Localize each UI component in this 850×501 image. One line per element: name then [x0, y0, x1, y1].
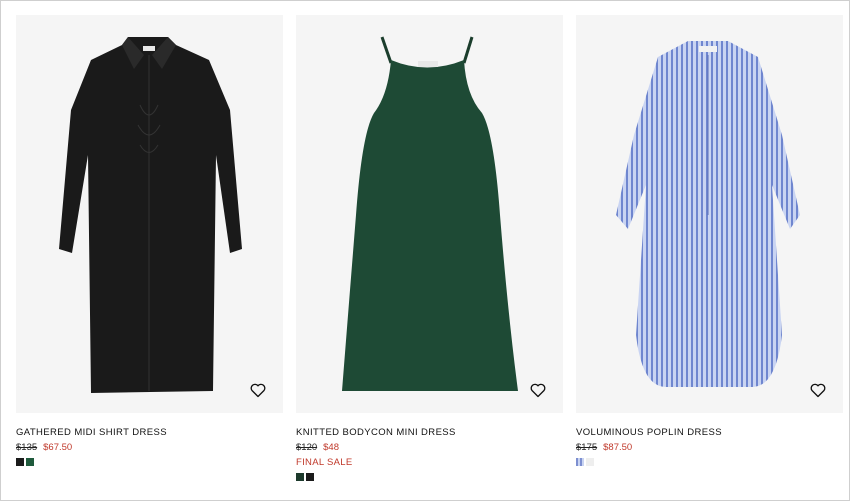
original-price: $135: [16, 442, 38, 453]
product-price: $120 $48: [296, 442, 563, 454]
poplin-dress-illustration: [616, 41, 800, 387]
color-swatch-white[interactable]: [586, 458, 594, 466]
product-price: $175 $87.50: [576, 442, 843, 454]
product-card[interactable]: VOLUMINOUS POPLIN DRESS $175 $87.50: [576, 15, 843, 481]
wishlist-heart-icon[interactable]: [807, 379, 829, 401]
original-price: $120: [296, 442, 318, 453]
product-price: $135 $67.50: [16, 442, 283, 454]
knit-dress-illustration: [342, 36, 518, 391]
color-swatches: [296, 473, 563, 481]
sale-price: $87.50: [603, 442, 633, 453]
sale-price: $67.50: [43, 442, 73, 453]
final-sale-badge: FINAL SALE: [296, 457, 353, 468]
color-swatch-dark-green[interactable]: [296, 473, 304, 481]
product-name[interactable]: VOLUMINOUS POPLIN DRESS: [576, 427, 843, 439]
sale-price: $48: [323, 442, 339, 453]
product-name[interactable]: KNITTED BODYCON MINI DRESS: [296, 427, 563, 439]
wishlist-heart-icon[interactable]: [527, 379, 549, 401]
product-card[interactable]: KNITTED BODYCON MINI DRESS $120 $48 FINAL…: [296, 15, 563, 481]
product-card[interactable]: GATHERED MIDI SHIRT DRESS $135 $67.50: [16, 15, 283, 481]
product-image[interactable]: [16, 15, 283, 413]
color-swatch-black[interactable]: [16, 458, 24, 466]
product-image[interactable]: [296, 15, 563, 413]
wishlist-heart-icon[interactable]: [247, 379, 269, 401]
color-swatch-black[interactable]: [306, 473, 314, 481]
product-name[interactable]: GATHERED MIDI SHIRT DRESS: [16, 427, 283, 439]
original-price: $175: [576, 442, 598, 453]
product-image[interactable]: [576, 15, 843, 413]
color-swatch-green[interactable]: [26, 458, 34, 466]
product-grid: GATHERED MIDI SHIRT DRESS $135 $67.50 KNI…: [16, 15, 843, 481]
color-swatches: [576, 458, 843, 466]
color-swatches: [16, 458, 283, 466]
shirt-dress-illustration: [59, 37, 242, 393]
color-swatch-blue-stripe[interactable]: [576, 458, 584, 466]
